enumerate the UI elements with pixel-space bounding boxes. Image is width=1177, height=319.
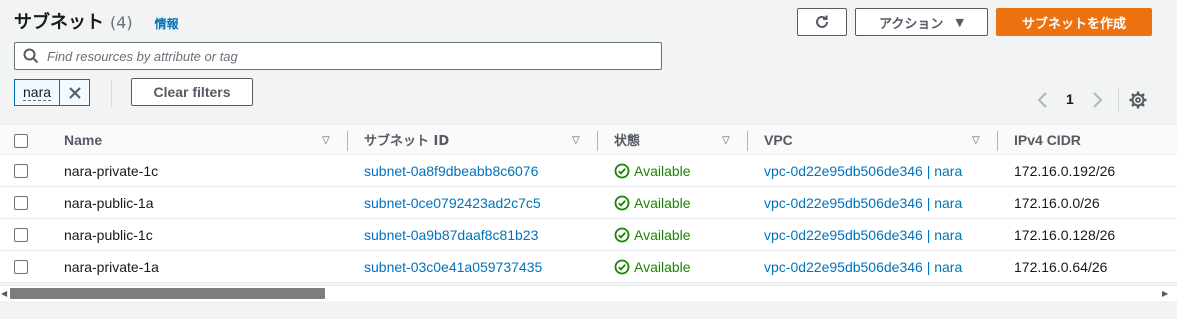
check-circle-icon — [614, 195, 630, 210]
status-text: Available — [634, 258, 691, 275]
gear-icon — [1129, 91, 1147, 109]
table-row[interactable]: nara-private-1a subnet-03c0e41a059737435… — [0, 251, 1177, 283]
divider — [111, 79, 112, 107]
subnet-name: nara-public-1c — [64, 226, 153, 243]
ipv4-cidr: 172.16.0.64/26 — [1014, 258, 1108, 275]
actions-label: アクション — [879, 16, 944, 32]
remove-filter-button[interactable] — [60, 80, 89, 105]
table-row[interactable]: nara-public-1a subnet-0ce0792423ad2c7c5 … — [0, 187, 1177, 219]
sort-icon[interactable]: ▽ — [722, 135, 730, 146]
column-resizer[interactable] — [997, 131, 998, 151]
row-checkbox[interactable] — [14, 164, 28, 178]
clear-filters-button[interactable]: Clear filters — [131, 78, 253, 106]
select-all-checkbox[interactable] — [14, 134, 28, 148]
resource-count: (4) — [110, 13, 133, 32]
check-circle-icon — [614, 163, 630, 178]
table-row[interactable]: nara-public-1c subnet-0a9b87daaf8c81b23 … — [0, 219, 1177, 251]
close-icon — [68, 86, 81, 99]
status-indicator: Available — [614, 219, 691, 250]
refresh-button[interactable] — [797, 8, 847, 36]
ipv4-cidr: 172.16.0.128/26 — [1014, 226, 1116, 243]
vpc-link[interactable]: vpc-0d22e95db506de346 | nara — [764, 187, 962, 218]
settings-button[interactable] — [1128, 90, 1148, 110]
subnet-id-link[interactable]: subnet-03c0e41a059737435 — [364, 251, 542, 282]
search-input[interactable] — [47, 48, 637, 64]
divider — [1118, 88, 1119, 112]
filter-token-text: nara — [23, 84, 52, 101]
row-checkbox[interactable] — [14, 228, 28, 242]
refresh-icon — [816, 15, 828, 28]
actions-dropdown-button[interactable]: アクション ▼ — [855, 8, 988, 36]
info-link[interactable]: 情報 — [155, 15, 179, 32]
row-checkbox[interactable] — [14, 260, 28, 274]
filter-token-label[interactable]: nara — [15, 80, 61, 105]
subnet-name: nara-public-1a — [64, 194, 154, 211]
vpc-link[interactable]: vpc-0d22e95db506de346 | nara — [764, 251, 962, 282]
table-row[interactable]: nara-private-1c subnet-0a8f9dbeabb8c6076… — [0, 155, 1177, 187]
page-footer-area — [0, 301, 1177, 319]
ipv4-cidr: 172.16.0.192/26 — [1014, 162, 1116, 179]
column-header-vpc[interactable]: VPC — [764, 125, 793, 154]
next-page-button[interactable] — [1089, 88, 1105, 112]
sort-icon[interactable]: ▽ — [572, 135, 580, 146]
status-indicator: Available — [614, 251, 691, 282]
column-header-state[interactable]: 状態 — [614, 125, 640, 154]
status-text: Available — [634, 162, 691, 179]
column-resizer[interactable] — [347, 131, 348, 151]
status-text: Available — [634, 194, 691, 211]
page-title: サブネット — [14, 12, 104, 33]
caret-down-icon: ▼ — [955, 15, 964, 29]
filter-token: nara — [14, 79, 91, 106]
vpc-link[interactable]: vpc-0d22e95db506de346 | nara — [764, 219, 962, 250]
status-indicator: Available — [614, 187, 691, 218]
vpc-link[interactable]: vpc-0d22e95db506de346 | nara — [764, 155, 962, 186]
status-indicator: Available — [614, 155, 691, 186]
check-circle-icon — [614, 227, 630, 242]
subnet-id-link[interactable]: subnet-0a9b87daaf8c81b23 — [364, 219, 538, 250]
chevron-right-icon — [1093, 92, 1103, 108]
subnet-id-link[interactable]: subnet-0a8f9dbeabb8c6076 — [364, 155, 538, 186]
column-header-subnet-id[interactable]: サブネット ID — [364, 125, 449, 154]
search-icon — [23, 48, 39, 64]
subnet-id-link[interactable]: subnet-0ce0792423ad2c7c5 — [364, 187, 541, 218]
scroll-right-icon[interactable]: ▶ — [1162, 289, 1168, 298]
column-resizer[interactable] — [747, 131, 748, 151]
ipv4-cidr: 172.16.0.0/26 — [1014, 194, 1100, 211]
page-header: サブネット (4) 情報 — [14, 8, 179, 34]
horizontal-scrollbar[interactable]: ◀ ▶ — [0, 285, 1177, 301]
chevron-left-icon — [1037, 92, 1047, 108]
subnets-table: Name ▽ サブネット ID ▽ 状態 ▽ VPC ▽ IPv4 CIDR n… — [0, 124, 1177, 283]
search-box — [14, 42, 662, 70]
status-text: Available — [634, 226, 691, 243]
sort-icon[interactable]: ▽ — [322, 135, 330, 146]
previous-page-button[interactable] — [1035, 88, 1051, 112]
sort-icon[interactable]: ▽ — [972, 135, 980, 146]
scroll-left-icon[interactable]: ◀ — [1, 289, 7, 298]
subnet-name: nara-private-1a — [64, 258, 159, 275]
create-subnet-button[interactable]: サブネットを作成 — [996, 8, 1152, 36]
check-circle-icon — [614, 259, 630, 274]
table-header-row: Name ▽ サブネット ID ▽ 状態 ▽ VPC ▽ IPv4 CIDR — [0, 124, 1177, 155]
scrollbar-thumb[interactable] — [10, 288, 325, 299]
column-header-ipv4-cidr[interactable]: IPv4 CIDR — [1014, 125, 1081, 154]
column-header-name[interactable]: Name — [64, 125, 102, 154]
row-checkbox[interactable] — [14, 196, 28, 210]
subnet-name: nara-private-1c — [64, 162, 159, 179]
column-resizer[interactable] — [597, 131, 598, 151]
page-number[interactable]: 1 — [1066, 91, 1074, 107]
